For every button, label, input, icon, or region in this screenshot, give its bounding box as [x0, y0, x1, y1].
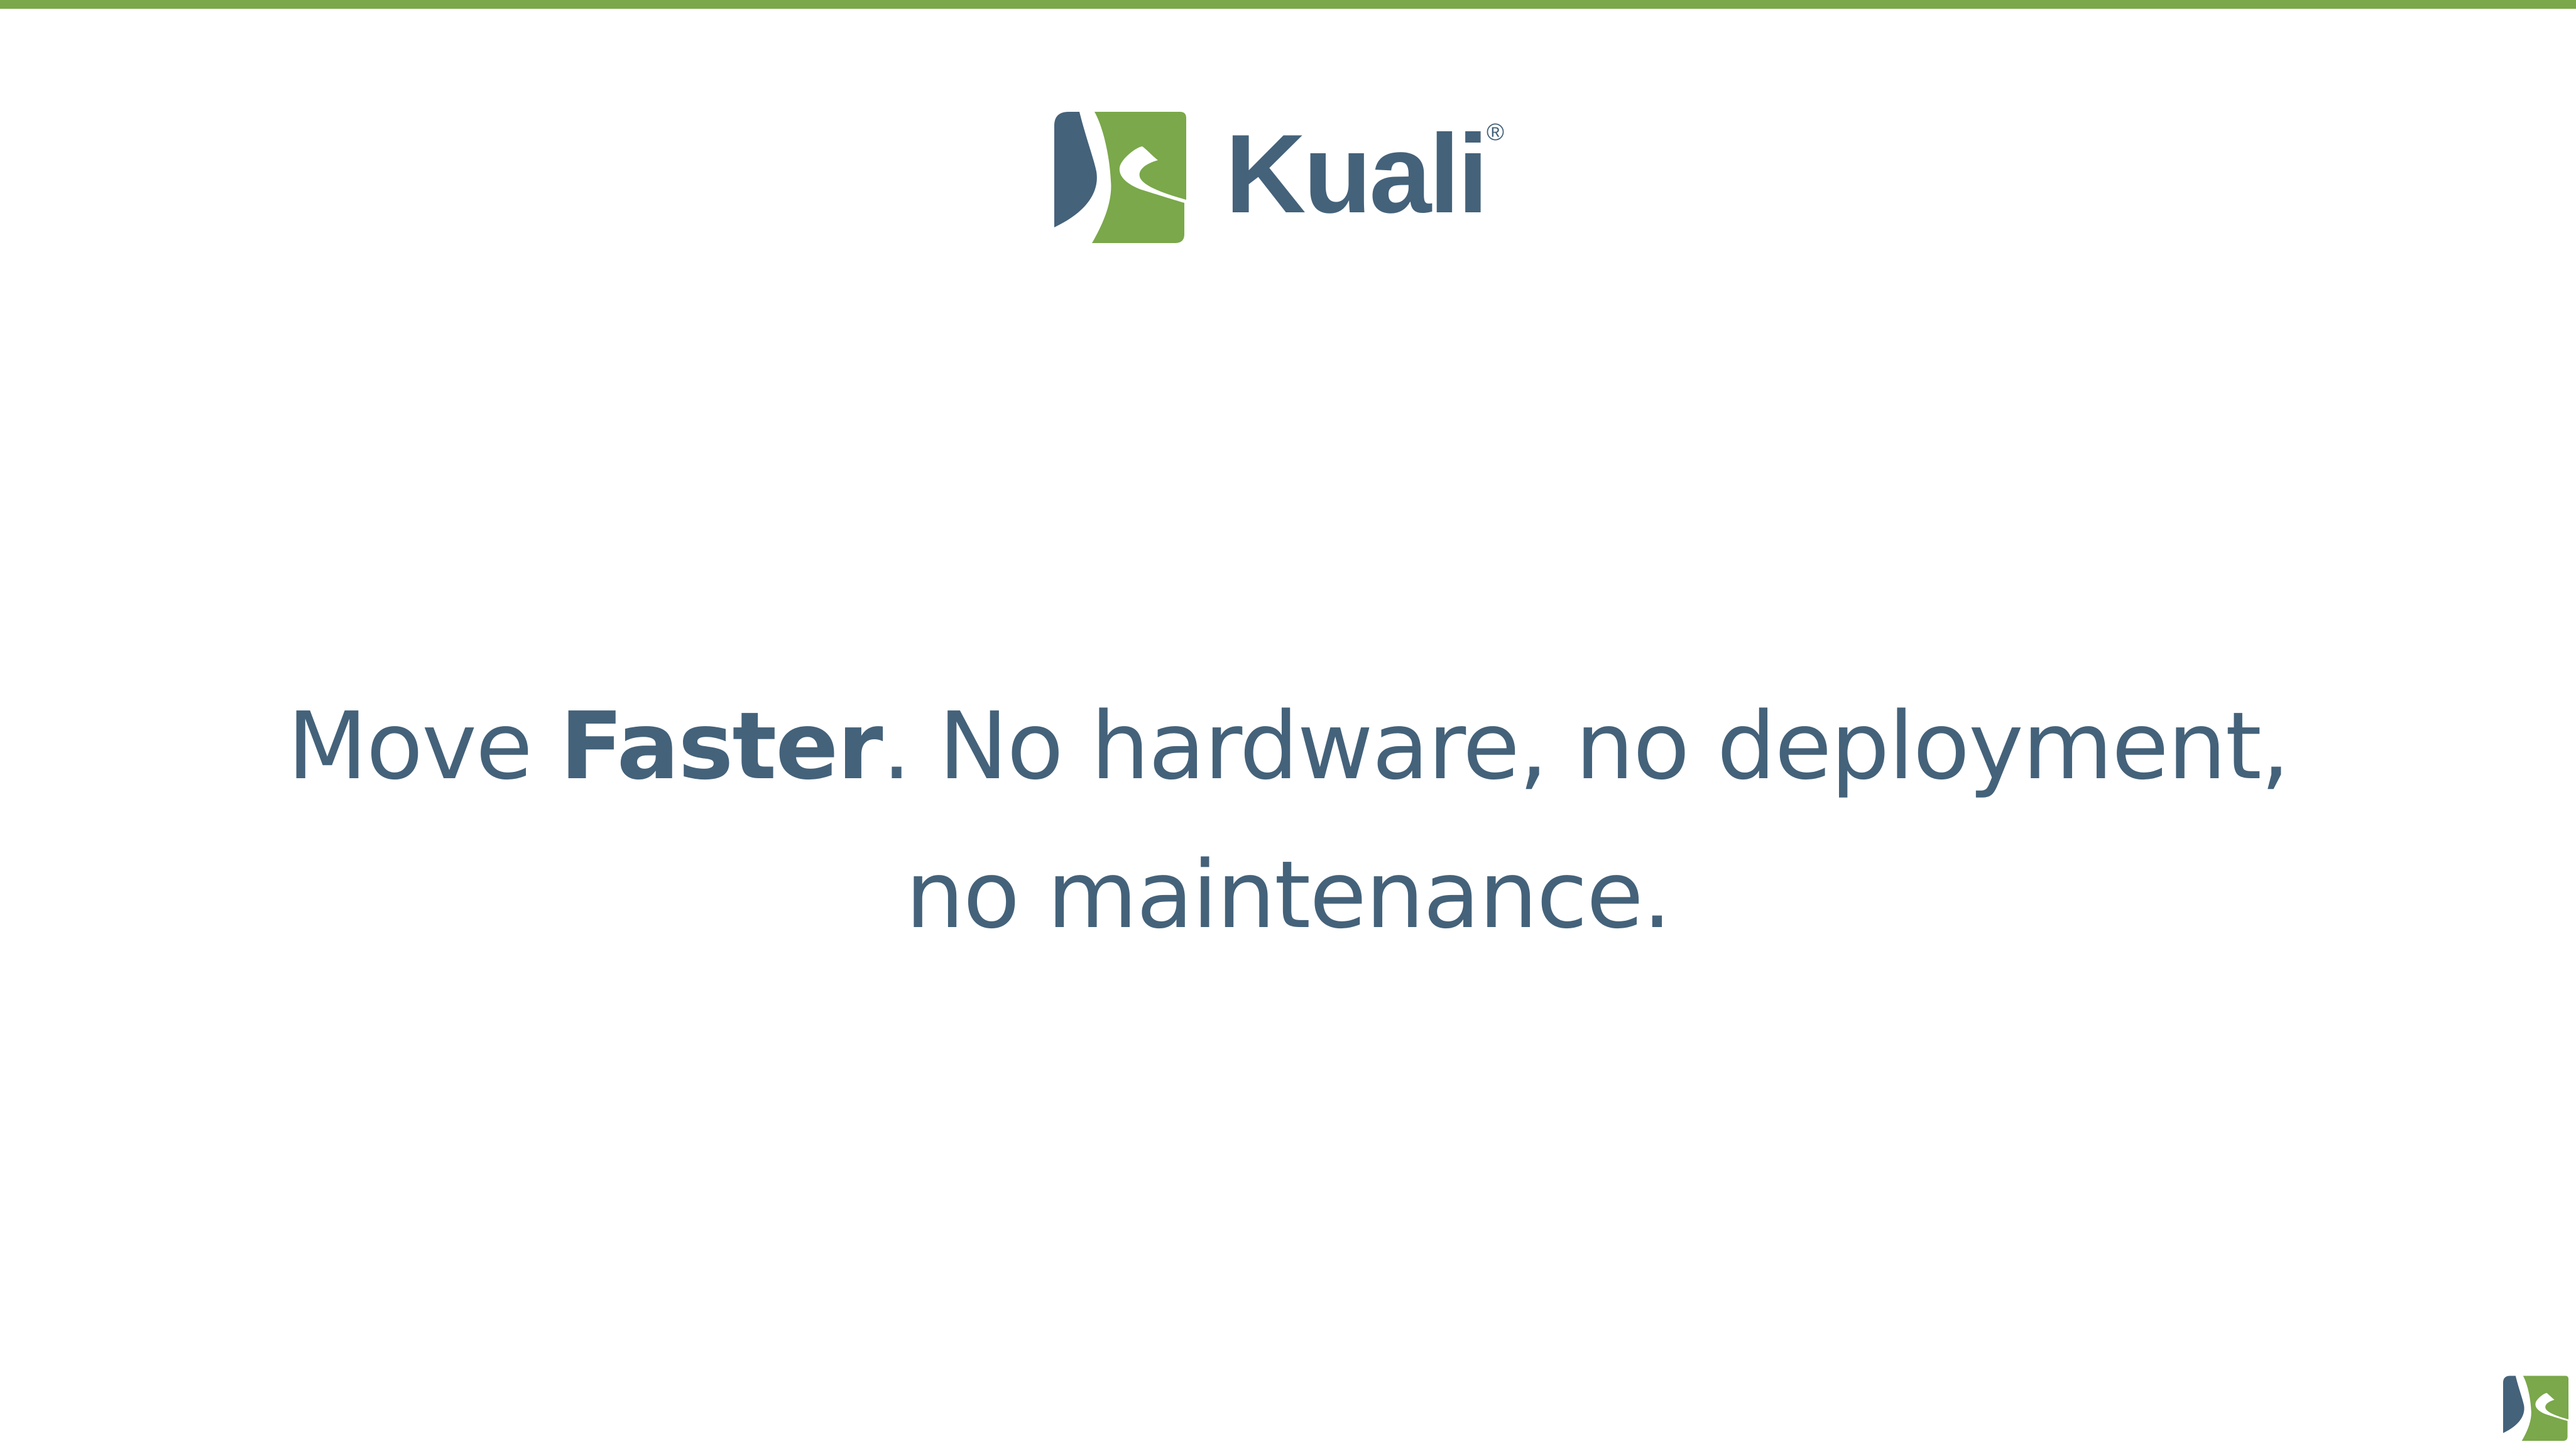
headline-emphasis: Faster [560, 692, 883, 800]
kuali-logo: Kuali ® [1054, 112, 1513, 247]
headline: Move Faster. No hardware, no deployment,… [126, 672, 2450, 970]
headline-part1: Move [287, 692, 560, 800]
registered-mark: ® [1487, 119, 1504, 146]
top-accent-bar [0, 0, 2576, 9]
corner-kuali-mark-icon [2503, 1376, 2568, 1441]
kuali-mark-icon [1054, 112, 1186, 243]
headline-line2: no maintenance. [905, 841, 1672, 949]
slide: Kuali ® Move Faster. No hardware, no dep… [0, 0, 2576, 1449]
logo-wordmark: Kuali [1225, 111, 1488, 236]
headline-part2: . No hardware, no deployment, [881, 692, 2290, 800]
